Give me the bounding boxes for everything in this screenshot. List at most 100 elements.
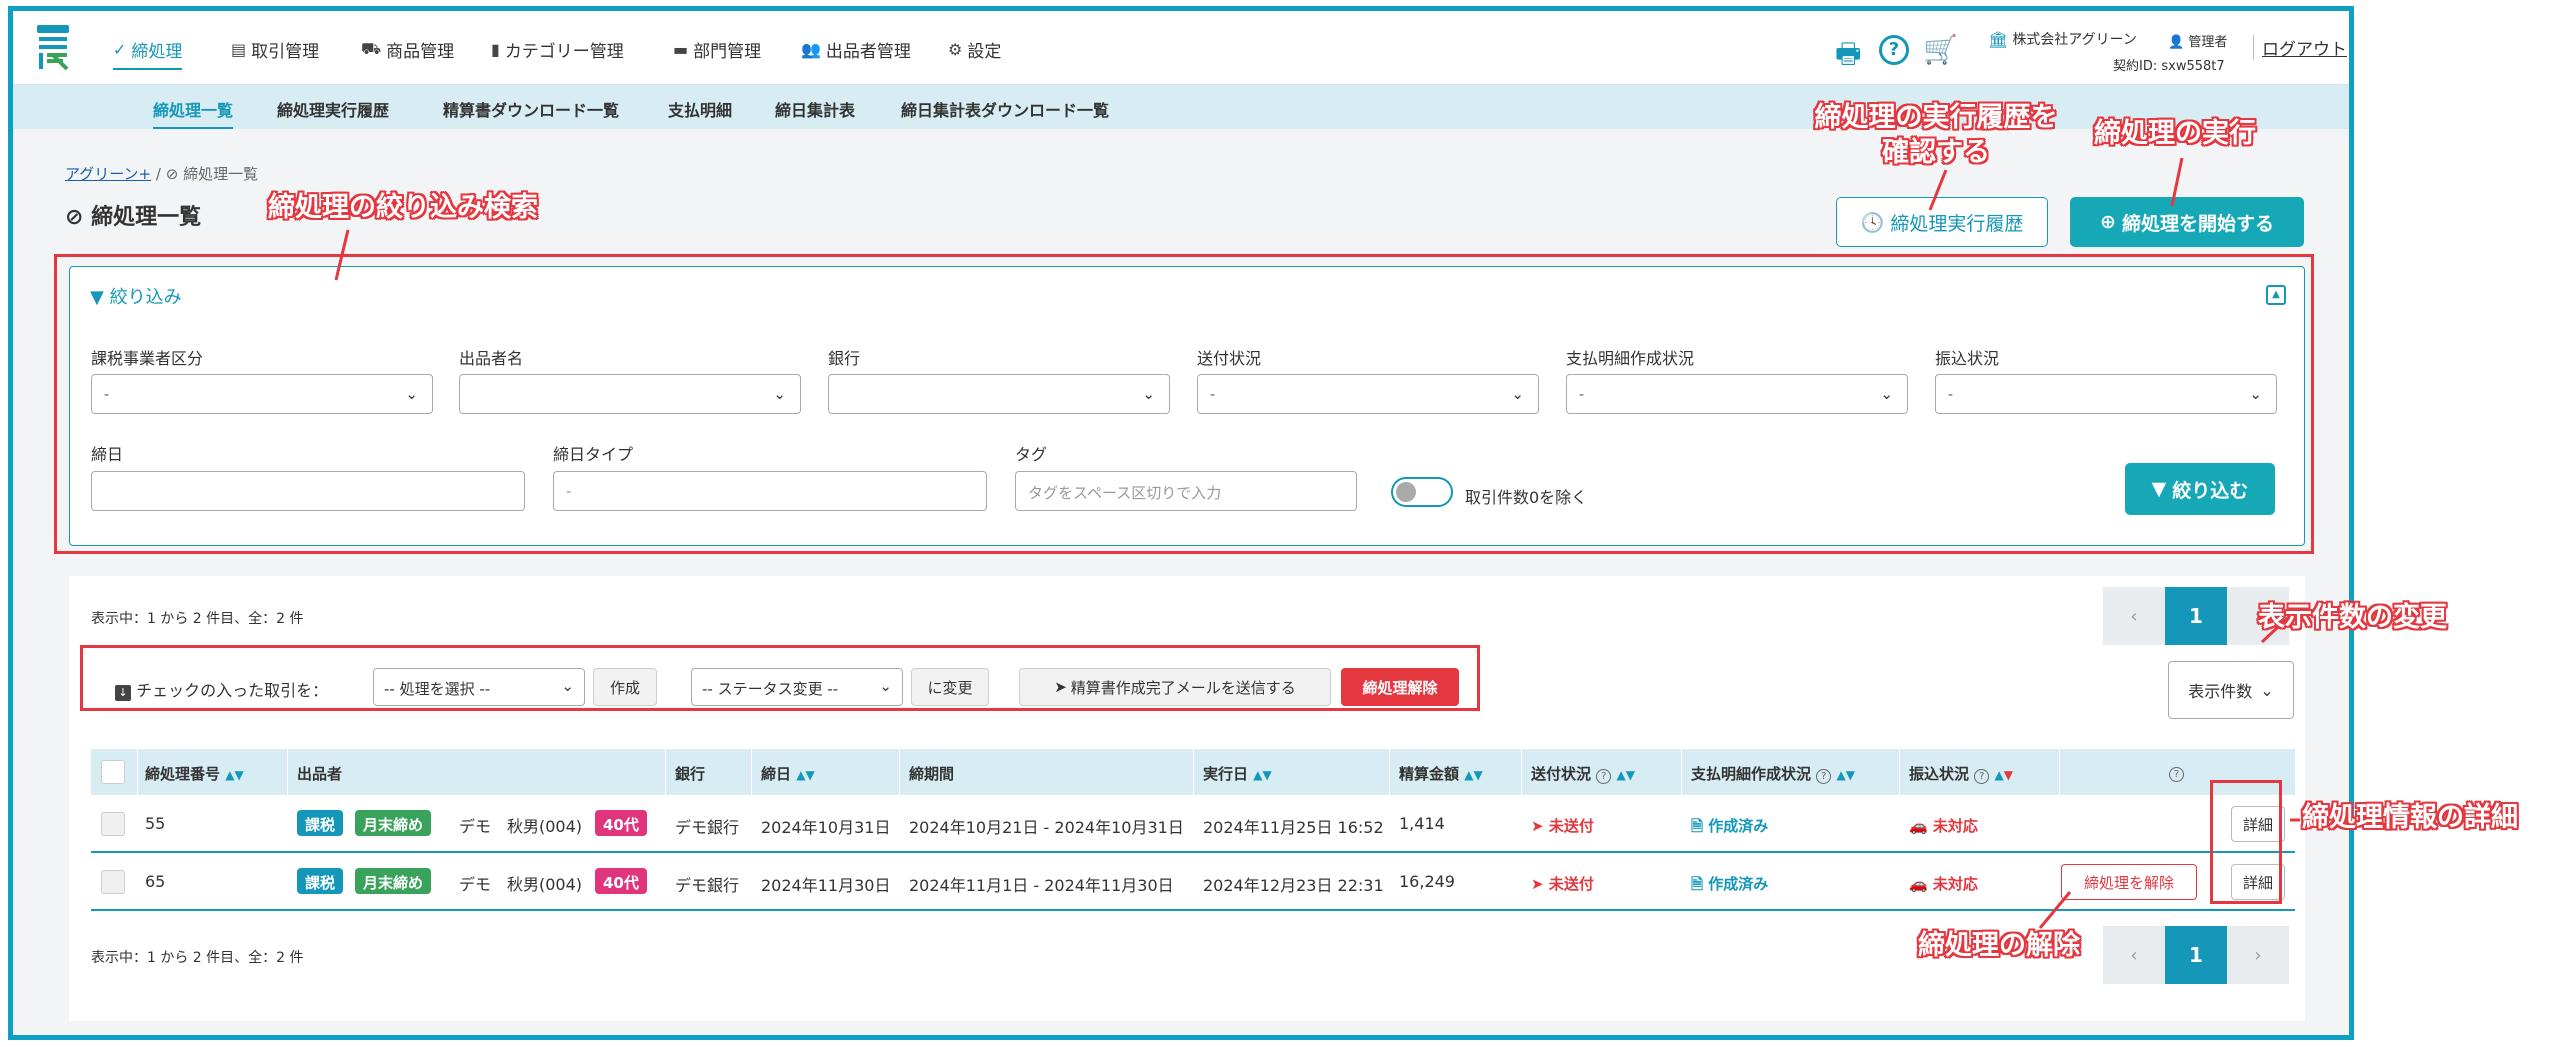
close-date: 2024年10月31日 [761,818,891,837]
transfer-status: 🚗 未対応 [1909,875,1978,893]
annotation-execute: 締処理の実行 [2094,118,2256,149]
column-divider [287,749,288,795]
pagination-bottom: ‹ 1 › [2103,926,2289,984]
prev-page-button[interactable]: ‹ [2103,926,2165,984]
th-payment-status[interactable]: 支払明細作成状況 ? ▲▼ [1691,763,1855,784]
age-badge: 40代 [595,810,647,836]
subnav-daily-summary[interactable]: 締日集計表 [775,97,855,121]
help-icon[interactable]: ? [2169,767,2184,782]
nav-departments[interactable]: ▬ 部門管理 [673,37,761,62]
th-close-date[interactable]: 締日 ▲▼ [761,763,815,784]
help-icon[interactable]: ? [1596,769,1612,784]
annotation-filter-search: 締処理の絞り込み検索 [268,192,538,223]
close-type-badge: 月末締め [355,810,432,836]
column-divider [2059,749,2060,795]
th-send-status[interactable]: 送付状況 ? ▲▼ [1531,763,1635,784]
result-summary-top: 表示中：1 から 2 件目、全：2 件 [91,611,304,627]
chevron-down-icon: ⌄ [2260,680,2274,700]
clock-icon: 🕓 [1860,211,1885,234]
annotation-box-filter [54,254,2314,554]
nav-sellers[interactable]: 👥 出品者管理 [801,37,911,62]
column-divider [1389,749,1390,795]
th-close-number[interactable]: 締処理番号 ▲▼ [145,763,244,784]
tax-badge: 課税 [297,868,344,894]
table-row[interactable]: 55 課税 月末締め デモ 秋男(004) 40代 デモ銀行 2024年10月3… [91,795,2295,853]
row-checkbox[interactable] [101,870,125,894]
breadcrumb: アグリーン+ / ⊘ 締処理一覧 [65,165,259,183]
next-page-button[interactable]: › [2227,926,2289,984]
user-name: 👤 管理者 [2168,35,2228,50]
prev-page-button[interactable]: ‹ [2103,587,2165,645]
annotation-box-bulk [80,645,1480,711]
column-divider [751,749,752,795]
amount: 1,414 [1399,814,1445,833]
close-period: 2024年10月21日 - 2024年10月31日 [909,818,1184,837]
document-icon: 🗎 [1691,875,1704,893]
subnav-statement-downloads[interactable]: 精算書ダウンロード一覧 [443,97,619,121]
annotation-detail: 締処理情報の詳細 [2302,802,2518,833]
user-icon: 👤 [2168,35,2185,50]
sort-icon: ▲▼ [1464,768,1483,782]
column-divider [899,749,900,795]
release-close-button[interactable]: 締処理を解除 [2061,864,2197,900]
page-1-button[interactable]: 1 [2165,926,2227,984]
send-status: ➤ 未送付 [1531,875,1594,893]
nav-categories[interactable]: ▮ カテゴリー管理 [491,37,624,62]
bookmark-icon: ▮ [491,40,500,59]
bank-name: デモ銀行 [675,818,740,837]
exec-date: 2024年11月25日 16:52 [1203,818,1384,837]
gear-icon: ⚙ [948,40,963,59]
subnav-summary-downloads[interactable]: 締日集計表ダウンロード一覧 [901,97,1109,121]
app-logo[interactable] [33,23,73,71]
nav-transactions[interactable]: ▤ 取引管理 [231,37,319,62]
amount: 16,249 [1399,872,1455,891]
th-amount[interactable]: 精算金額 ▲▼ [1399,763,1483,784]
nav-settings[interactable]: ⚙ 設定 [948,37,1001,62]
send-icon: ➤ [1531,875,1544,893]
users-icon: 👥 [801,40,821,59]
th-actions: ? [2169,763,2184,782]
row-checkbox[interactable] [101,812,125,836]
history-button[interactable]: 🕓 締処理実行履歴 [1836,197,2048,247]
sort-icon: ▲▼ [225,768,244,782]
logout-link[interactable]: ログアウト [2253,35,2347,60]
nav-products[interactable]: ⛟ 商品管理 [361,37,454,62]
transfer-status: 🚗 未対応 [1909,817,1978,835]
th-transfer-status[interactable]: 振込状況 ? ▲▼ [1909,763,2013,784]
send-status: ➤ 未送付 [1531,817,1594,835]
annotation-box-detail [2210,780,2282,904]
breadcrumb-root-link[interactable]: アグリーン+ [65,165,151,183]
check-circle-icon: ⊘ [65,205,84,230]
subnav-close-history[interactable]: 締処理実行履歴 [277,97,389,121]
per-page-select[interactable]: 表示件数 ⌄ [2168,661,2294,719]
contract-id: 契約ID: sxw558t7 [2113,59,2225,74]
receipt-icon: ▤ [231,40,247,59]
th-close-period: 締期間 [909,765,955,783]
subnav-payment-details[interactable]: 支払明細 [668,97,732,121]
select-all-checkbox[interactable] [101,760,125,784]
page-1-button[interactable]: 1 [2165,587,2227,645]
th-exec-date[interactable]: 実行日 ▲▼ [1203,763,1272,784]
start-close-button[interactable]: ⊕ 締処理を開始する [2070,197,2304,247]
top-nav: ✓ 締処理 ▤ 取引管理 ⛟ 商品管理 ▮ カテゴリー管理 ▬ 部門管理 👥 出… [13,11,2349,85]
sort-icon: ▲▼ [1616,768,1635,782]
help-icon[interactable]: ? [1816,769,1832,784]
help-icon[interactable]: ? [1974,769,1990,784]
annotation-history: 締処理の実行履歴を 確認する [1814,102,2058,169]
help-icon[interactable]: ? [1879,35,1909,65]
close-type-badge: 月末締め [355,868,432,894]
th-bank: 銀行 [675,765,706,783]
printer-icon[interactable]: 🖶 [1835,33,1861,81]
subnav-close-list[interactable]: 締処理一覧 [153,97,234,129]
nav-close-process[interactable]: ✓ 締処理 [113,37,183,70]
cart-icon[interactable]: 🛒 [1923,33,1958,66]
table-row[interactable]: 65 課税 月末締め デモ 秋男(004) 40代 デモ銀行 2024年11月3… [91,853,2295,911]
bank-name: デモ銀行 [675,876,740,895]
result-summary-bottom: 表示中：1 から 2 件目、全：2 件 [91,950,304,966]
basket-icon: ⛟ [361,39,382,58]
sort-icon: ▲▼ [1836,768,1855,782]
annotation-release: 締処理の解除 [1918,930,2080,961]
th-seller: 出品者 [297,765,343,783]
column-divider [1681,749,1682,795]
column-divider [665,749,666,795]
